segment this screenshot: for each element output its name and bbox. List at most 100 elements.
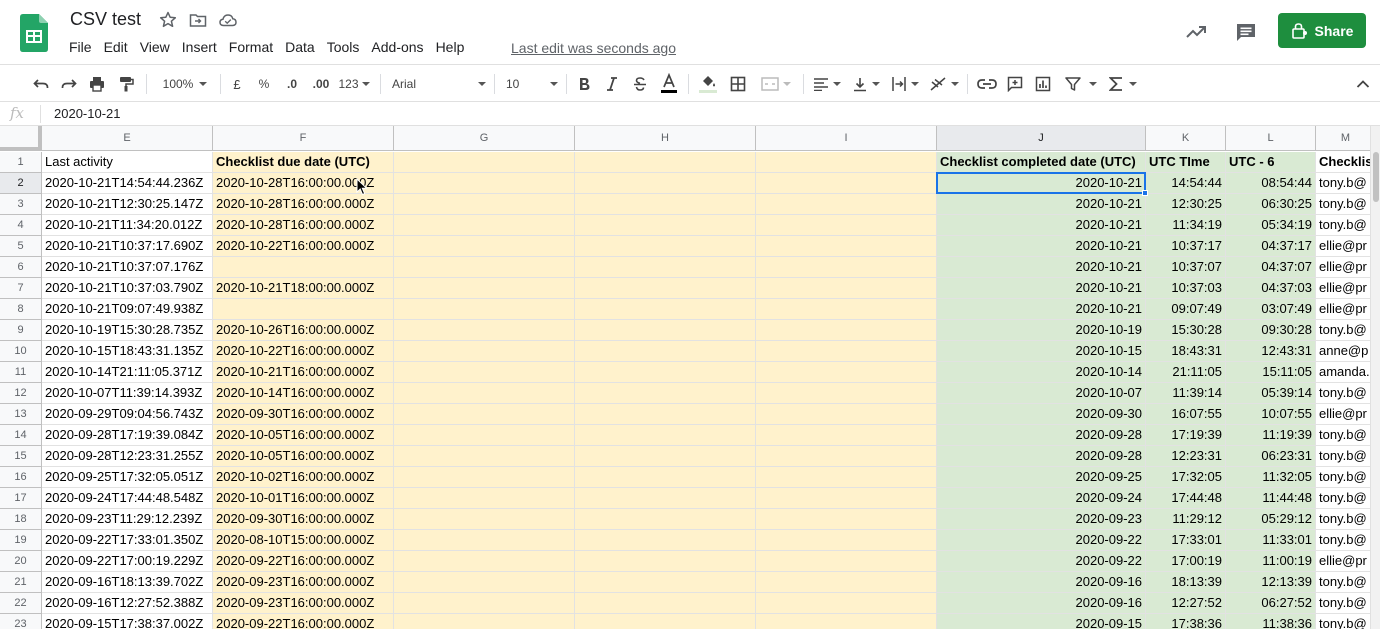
menu-file[interactable]: File: [68, 38, 99, 58]
table-cell[interactable]: ellie@pr: [1316, 551, 1370, 572]
column-header-m[interactable]: M: [1316, 126, 1370, 151]
table-cell[interactable]: [575, 320, 756, 341]
increase-decimal-button[interactable]: .00: [309, 72, 333, 96]
percent-format-button[interactable]: %: [255, 72, 273, 96]
table-cell[interactable]: 2020-10-21T16:00:00.000Z: [213, 362, 394, 383]
row-header[interactable]: 18: [0, 509, 42, 530]
row-header[interactable]: 7: [0, 278, 42, 299]
table-cell[interactable]: 15:30:28: [1146, 320, 1226, 341]
table-cell[interactable]: [575, 488, 756, 509]
table-cell[interactable]: 2020-10-22T16:00:00.000Z: [213, 236, 394, 257]
table-cell[interactable]: [575, 530, 756, 551]
table-cell[interactable]: [756, 446, 937, 467]
table-cell[interactable]: 17:33:01: [1146, 530, 1226, 551]
table-cell[interactable]: 2020-09-22T17:00:19.229Z: [42, 551, 213, 572]
vertical-scrollbar[interactable]: [1370, 126, 1380, 629]
table-cell[interactable]: [394, 320, 575, 341]
table-header-cell[interactable]: Checklist due date (UTC): [213, 152, 394, 173]
table-cell[interactable]: [756, 551, 937, 572]
decrease-decimal-button[interactable]: .0: [281, 72, 303, 96]
table-cell[interactable]: ellie@pr: [1316, 404, 1370, 425]
table-cell[interactable]: 2020-10-21T09:07:49.938Z: [42, 299, 213, 320]
table-cell[interactable]: 2020-10-14T16:00:00.000Z: [213, 383, 394, 404]
table-cell[interactable]: tony.b@: [1316, 467, 1370, 488]
table-cell[interactable]: [756, 341, 937, 362]
table-cell[interactable]: [575, 614, 756, 629]
table-cell[interactable]: 17:19:39: [1146, 425, 1226, 446]
text-rotate-select[interactable]: [928, 72, 960, 96]
currency-format-button[interactable]: £: [228, 72, 246, 96]
table-cell[interactable]: 2020-09-22: [937, 530, 1146, 551]
table-cell[interactable]: 2020-10-02T16:00:00.000Z: [213, 467, 394, 488]
table-cell[interactable]: 14:54:44: [1146, 173, 1226, 194]
table-cell[interactable]: [394, 383, 575, 404]
table-cell[interactable]: 08:54:44: [1226, 173, 1316, 194]
table-cell[interactable]: [575, 593, 756, 614]
row-header[interactable]: 20: [0, 551, 42, 572]
table-cell[interactable]: 2020-09-22T17:33:01.350Z: [42, 530, 213, 551]
row-header[interactable]: 5: [0, 236, 42, 257]
table-cell[interactable]: 17:44:48: [1146, 488, 1226, 509]
table-cell[interactable]: [394, 215, 575, 236]
table-cell[interactable]: [575, 509, 756, 530]
table-cell[interactable]: 10:37:07: [1146, 257, 1226, 278]
table-cell[interactable]: 2020-10-21T14:54:44.236Z: [42, 173, 213, 194]
table-cell[interactable]: 2020-10-21: [937, 173, 1146, 194]
row-header[interactable]: 6: [0, 257, 42, 278]
table-cell[interactable]: 10:07:55: [1226, 404, 1316, 425]
table-cell[interactable]: [756, 194, 937, 215]
document-title[interactable]: CSV test: [70, 9, 141, 30]
font-size-select[interactable]: 10: [506, 72, 558, 96]
table-cell[interactable]: 2020-09-15T17:38:37.002Z: [42, 614, 213, 629]
table-cell[interactable]: 18:43:31: [1146, 341, 1226, 362]
comment-icon[interactable]: [1234, 20, 1258, 44]
table-cell[interactable]: 12:43:31: [1226, 341, 1316, 362]
row-header[interactable]: 19: [0, 530, 42, 551]
table-cell[interactable]: [756, 278, 937, 299]
table-cell[interactable]: ellie@pr: [1316, 299, 1370, 320]
table-cell[interactable]: 2020-09-23T11:29:12.239Z: [42, 509, 213, 530]
table-cell[interactable]: 2020-10-01T16:00:00.000Z: [213, 488, 394, 509]
formula-input[interactable]: 2020-10-21: [54, 106, 121, 121]
table-cell[interactable]: 2020-09-28: [937, 425, 1146, 446]
table-cell[interactable]: 2020-09-16T12:27:52.388Z: [42, 593, 213, 614]
last-edit-link[interactable]: Last edit was seconds ago: [511, 39, 676, 57]
table-cell[interactable]: ellie@pr: [1316, 278, 1370, 299]
table-cell[interactable]: 06:27:52: [1226, 593, 1316, 614]
menu-help[interactable]: Help: [435, 38, 472, 58]
column-header-g[interactable]: G: [394, 126, 575, 151]
table-cell[interactable]: 2020-08-10T15:00:00.000Z: [213, 530, 394, 551]
table-cell[interactable]: 2020-10-21: [937, 215, 1146, 236]
table-cell[interactable]: [394, 194, 575, 215]
table-cell[interactable]: tony.b@: [1316, 446, 1370, 467]
strikethrough-button[interactable]: [630, 72, 650, 96]
table-cell[interactable]: [394, 257, 575, 278]
table-cell[interactable]: 11:34:19: [1146, 215, 1226, 236]
share-button[interactable]: Share: [1278, 13, 1366, 48]
table-cell[interactable]: 2020-09-23T16:00:00.000Z: [213, 593, 394, 614]
table-cell[interactable]: 11:19:39: [1226, 425, 1316, 446]
print-button[interactable]: [86, 72, 108, 96]
table-cell[interactable]: tony.b@: [1316, 383, 1370, 404]
table-cell[interactable]: [394, 299, 575, 320]
table-cell[interactable]: 12:23:31: [1146, 446, 1226, 467]
table-cell[interactable]: tony.b@: [1316, 530, 1370, 551]
table-cell[interactable]: 11:32:05: [1226, 467, 1316, 488]
spreadsheet-grid[interactable]: E F G H I J K L M 1 2 3 4 5 6 7 8 9 10 11 12 13 14 15 16 17 18 19 20…: [0, 126, 1370, 629]
table-cell[interactable]: [756, 572, 937, 593]
table-cell[interactable]: [575, 194, 756, 215]
table-cell[interactable]: 2020-10-15: [937, 341, 1146, 362]
table-cell[interactable]: [756, 593, 937, 614]
table-cell[interactable]: 2020-09-25T17:32:05.051Z: [42, 467, 213, 488]
table-cell[interactable]: [394, 362, 575, 383]
table-cell[interactable]: 2020-09-22T16:00:00.000Z: [213, 551, 394, 572]
table-cell[interactable]: [756, 362, 937, 383]
table-cell[interactable]: 12:30:25: [1146, 194, 1226, 215]
table-cell[interactable]: [394, 593, 575, 614]
row-header[interactable]: 1: [0, 152, 42, 173]
table-cell[interactable]: tony.b@: [1316, 425, 1370, 446]
table-cell[interactable]: [756, 383, 937, 404]
table-cell[interactable]: [575, 551, 756, 572]
table-cell[interactable]: 03:07:49: [1226, 299, 1316, 320]
table-cell[interactable]: [756, 614, 937, 629]
